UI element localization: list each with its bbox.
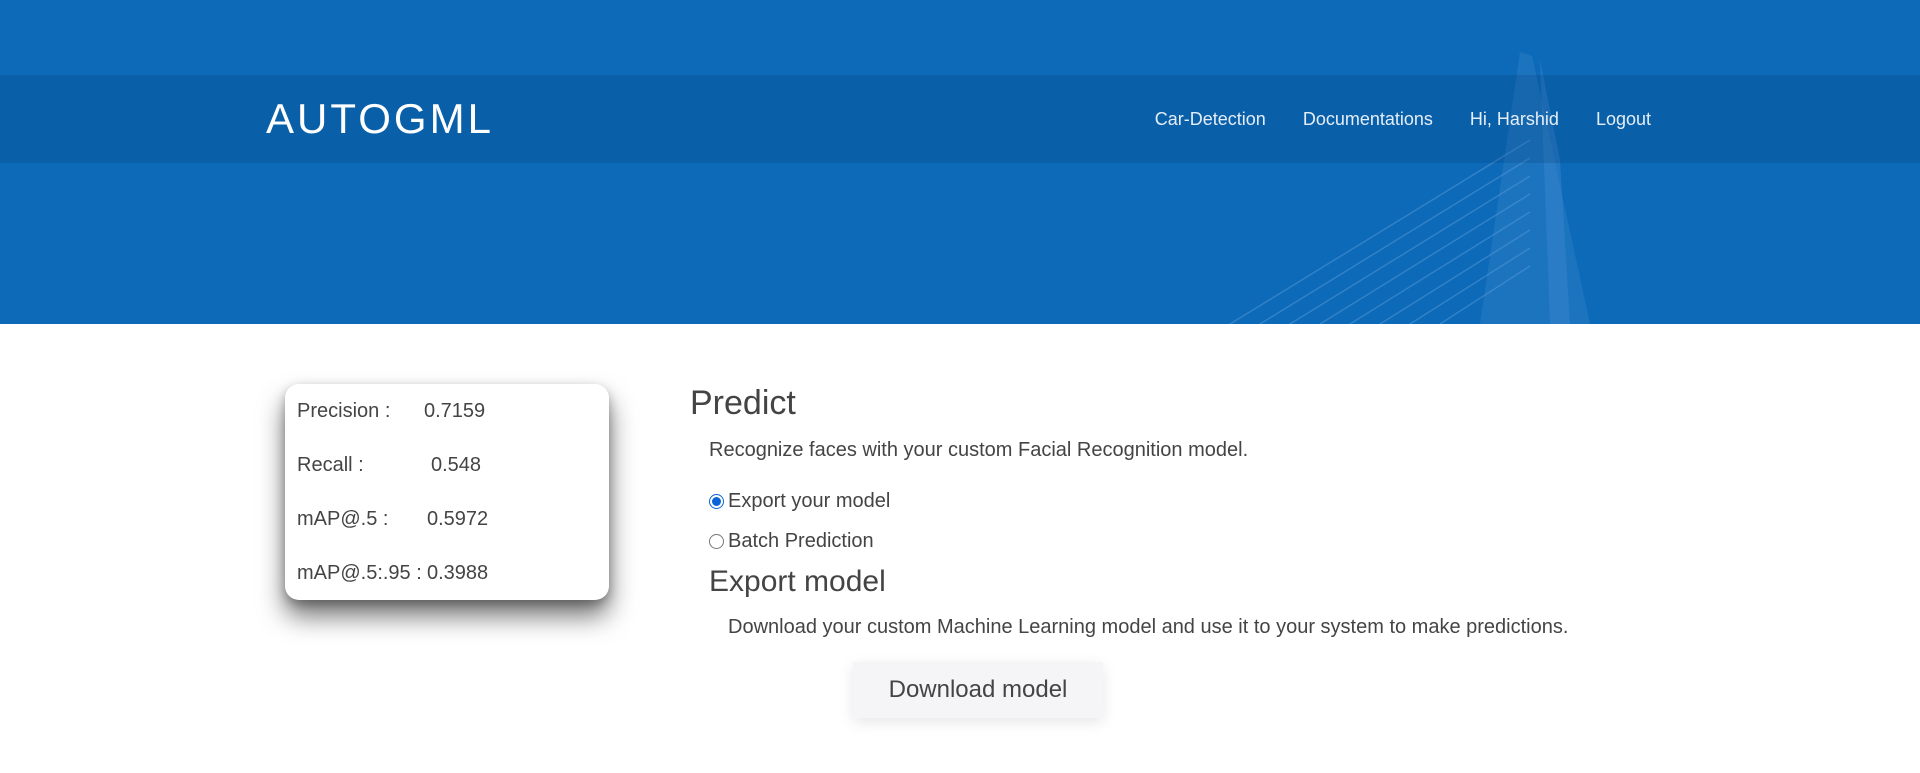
metric-value: 0.5972 [427,508,489,530]
nav-link-logout[interactable]: Logout [1596,109,1651,130]
predict-description: Recognize faces with your custom Facial … [709,439,1249,461]
top-navbar: AUTOGML Car-Detection Documentations Hi,… [0,75,1920,163]
metric-value: 0.3988 [427,562,489,584]
option-export-model[interactable]: Export your model [709,490,890,513]
metric-value: 0.548 [431,454,482,476]
metric-value: 0.7159 [424,400,486,422]
predict-title: Predict [690,384,796,422]
nav-link-user-greeting[interactable]: Hi, Harshid [1470,109,1559,130]
nav-link-car-detection[interactable]: Car-Detection [1155,109,1266,130]
nav-links: Car-Detection Documentations Hi, Harshid… [1155,109,1651,130]
option-batch-prediction[interactable]: Batch Prediction [709,530,874,553]
export-description: Download your custom Machine Learning mo… [728,616,1569,638]
metric-label: Precision : [297,400,391,422]
brand-logo-text[interactable]: AUTOGML [266,95,494,143]
hero-banner: AUTOGML Car-Detection Documentations Hi,… [0,0,1920,324]
model-metrics-card: Precision : 0.7159 Recall : 0.548 mAP@.5… [285,384,609,600]
option-label: Batch Prediction [728,530,874,552]
metric-label: Recall : [297,454,364,476]
radio-batch-prediction[interactable] [709,534,724,549]
radio-export-model[interactable] [709,494,724,509]
export-title: Export model [709,565,886,598]
option-label: Export your model [728,490,891,512]
metric-label: mAP@.5:.95 : [297,562,422,584]
metric-label: mAP@.5 : [297,508,389,530]
download-model-button[interactable]: Download model [853,662,1103,718]
nav-link-documentations[interactable]: Documentations [1303,109,1433,130]
